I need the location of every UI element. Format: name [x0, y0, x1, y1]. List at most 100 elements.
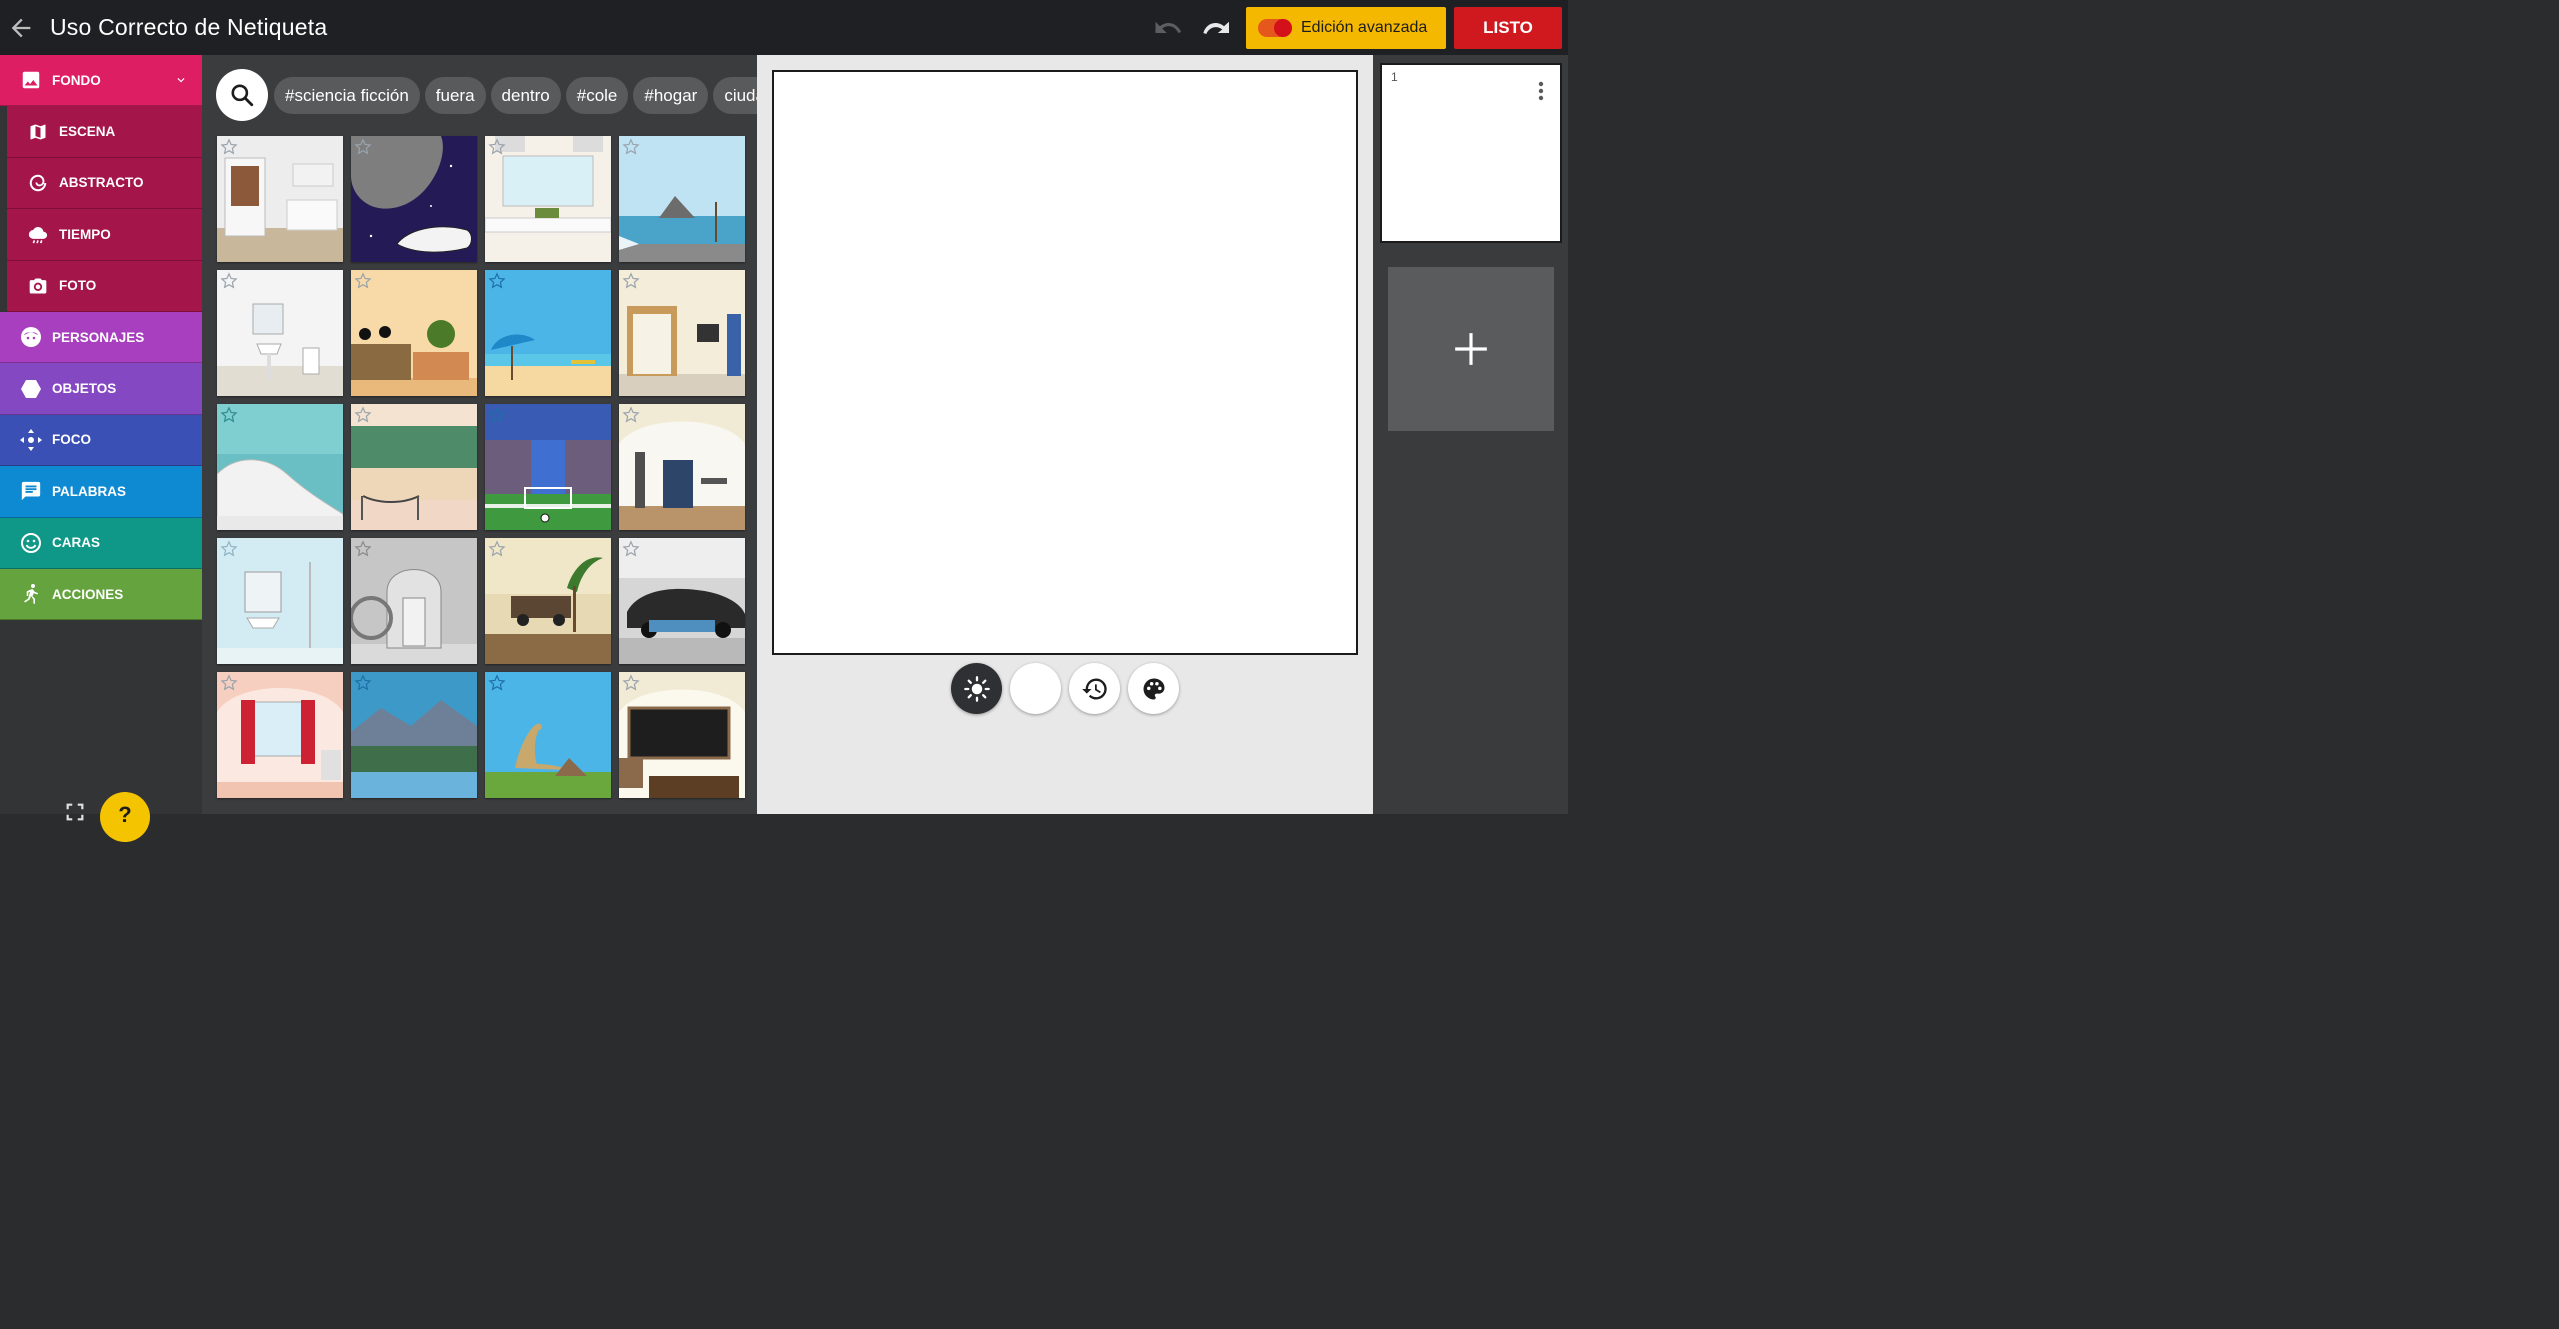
arrow-left-icon [11, 18, 31, 37]
scene-thumbnail-dinosaur-valley[interactable] [485, 672, 611, 798]
scene-thumbnail-mountain-lake[interactable] [351, 672, 477, 798]
favorite-star-icon[interactable] [354, 540, 372, 558]
scene-thumbnail-reception-desk[interactable] [351, 270, 477, 396]
favorite-star-icon[interactable] [622, 540, 640, 558]
scene-thumbnail-snowy-cliffs[interactable] [217, 404, 343, 530]
add-page-button[interactable] [1388, 267, 1554, 431]
favorite-star-icon[interactable] [354, 138, 372, 156]
favorite-star-icon[interactable] [220, 406, 238, 424]
favorite-star-icon[interactable] [354, 406, 372, 424]
tag-chip[interactable]: #hogar [633, 77, 709, 114]
subcategory-tiempo[interactable]: TIEMPO [7, 209, 202, 261]
favorite-star-icon[interactable] [622, 138, 640, 156]
scene-thumbnail-museum-hall[interactable] [351, 404, 477, 530]
spiral-icon [26, 171, 50, 195]
favorite-star-icon[interactable] [622, 674, 640, 692]
tag-chip[interactable]: #sciencia ficción [274, 77, 420, 114]
favorite-star-icon[interactable] [488, 674, 506, 692]
favorite-star-icon[interactable] [220, 272, 238, 290]
scene-thumbnail-garage-car[interactable] [619, 538, 745, 664]
favorite-star-icon[interactable] [488, 272, 506, 290]
history-button[interactable] [1069, 663, 1120, 714]
scene-thumbnail-shower-room[interactable] [217, 538, 343, 664]
help-button[interactable]: ? [100, 792, 150, 842]
scene-thumbnail-beach-umbrella[interactable] [485, 270, 611, 396]
palette-icon [1143, 678, 1164, 699]
scene-thumbnail-classroom-blackboard[interactable] [619, 672, 745, 798]
scene-thumbnail-sea-coast[interactable] [619, 136, 745, 262]
tag-chip[interactable]: fuera [424, 77, 486, 114]
category-foco[interactable]: FOCO [0, 414, 202, 467]
redo-button[interactable] [1192, 0, 1240, 55]
storyboard-canvas[interactable] [772, 70, 1358, 655]
scene-thumbnail-space-asteroid[interactable] [351, 136, 477, 262]
advanced-edit-toggle[interactable]: Edición avanzada [1246, 6, 1446, 49]
tag-chip[interactable]: #cole [565, 77, 629, 114]
favorite-star-icon[interactable] [220, 540, 238, 558]
favorite-star-icon[interactable] [220, 138, 238, 156]
scene-thumbnail-bedroom-window[interactable] [217, 672, 343, 798]
redo-icon [1203, 21, 1229, 34]
favorite-star-icon[interactable] [488, 406, 506, 424]
scene-thumbnail-elevator-hall[interactable] [619, 404, 745, 530]
back-button[interactable] [0, 0, 42, 55]
page-thumbnail[interactable]: 1 [1380, 63, 1562, 243]
favorite-star-icon[interactable] [354, 674, 372, 692]
map-icon [26, 120, 50, 144]
done-button[interactable]: LISTO [1454, 6, 1562, 49]
tag-chip[interactable]: ciudad [713, 77, 757, 114]
hexagon-icon [19, 377, 43, 401]
favorite-star-icon[interactable] [622, 272, 640, 290]
favorite-star-icon[interactable] [488, 540, 506, 558]
moon-icon [1033, 677, 1045, 700]
pages-panel: 1 [1373, 55, 1568, 814]
top-bar: Uso Correcto de Netiqueta Edición avanza… [0, 0, 1568, 55]
color-palette-button[interactable] [1128, 663, 1179, 714]
category-label: PALABRAS [52, 483, 126, 499]
background-gallery: #sciencia ficción fuera dentro #cole #ho… [202, 55, 757, 814]
category-palabras[interactable]: PALABRAS [0, 466, 202, 518]
page-title: Uso Correcto de Netiqueta [50, 14, 328, 40]
favorite-star-icon[interactable] [622, 406, 640, 424]
category-label: ACCIONES [52, 586, 124, 602]
subcategory-label: ABSTRACTO [59, 175, 144, 191]
category-fondo[interactable]: FONDO [0, 55, 202, 107]
scene-thumbnail-desert-truck[interactable] [485, 538, 611, 664]
favorite-star-icon[interactable] [220, 674, 238, 692]
search-button[interactable] [216, 69, 268, 121]
scene-thumbnail-soccer-stadium[interactable] [485, 404, 611, 530]
category-label: FOCO [52, 432, 91, 448]
scene-thumbnail-throne-room[interactable] [351, 538, 477, 664]
scene-thumbnail-modern-kitchen[interactable] [485, 136, 611, 262]
more-vertical-icon[interactable] [1538, 81, 1544, 101]
night-mode-button[interactable] [1010, 663, 1061, 714]
undo-icon [1155, 21, 1182, 33]
category-objetos[interactable]: OBJETOS [0, 363, 202, 415]
tag-chip[interactable]: dentro [490, 77, 561, 114]
scene-thumbnail-bathroom[interactable] [217, 270, 343, 396]
category-acciones[interactable]: ACCIONES [0, 568, 202, 621]
undo-button[interactable] [1144, 0, 1192, 55]
editor-workspace [757, 55, 1373, 814]
running-figure-icon [19, 582, 43, 606]
favorite-star-icon[interactable] [354, 272, 372, 290]
scene-thumbnail-kitchen-closet[interactable] [217, 136, 343, 262]
favorite-star-icon[interactable] [488, 138, 506, 156]
canvas-tools [951, 663, 1187, 714]
subcategory-abstracto[interactable]: ABSTRACTO [7, 157, 202, 210]
top-actions: Edición avanzada LISTO [1144, 0, 1568, 55]
character-face-icon [19, 325, 43, 349]
camera-icon [26, 274, 50, 298]
category-personajes[interactable]: PERSONAJES [0, 311, 202, 364]
category-sidebar: FONDO ESCENA ABSTRACTO TIEMPO FOTO PERSO… [0, 55, 202, 842]
subcategory-foto[interactable]: FOTO [7, 260, 202, 312]
category-label: CARAS [52, 535, 101, 551]
tag-filter-list: #sciencia ficción fuera dentro #cole #ho… [274, 77, 757, 114]
brightness-button[interactable] [951, 663, 1002, 714]
category-caras[interactable]: CARAS [0, 517, 202, 569]
fullscreen-icon[interactable] [64, 801, 86, 823]
scene-thumbnail-classroom-door[interactable] [619, 270, 745, 396]
smiley-icon [19, 531, 43, 555]
subcategory-escena[interactable]: ESCENA [7, 106, 202, 158]
toggle-switch[interactable] [1258, 18, 1292, 37]
